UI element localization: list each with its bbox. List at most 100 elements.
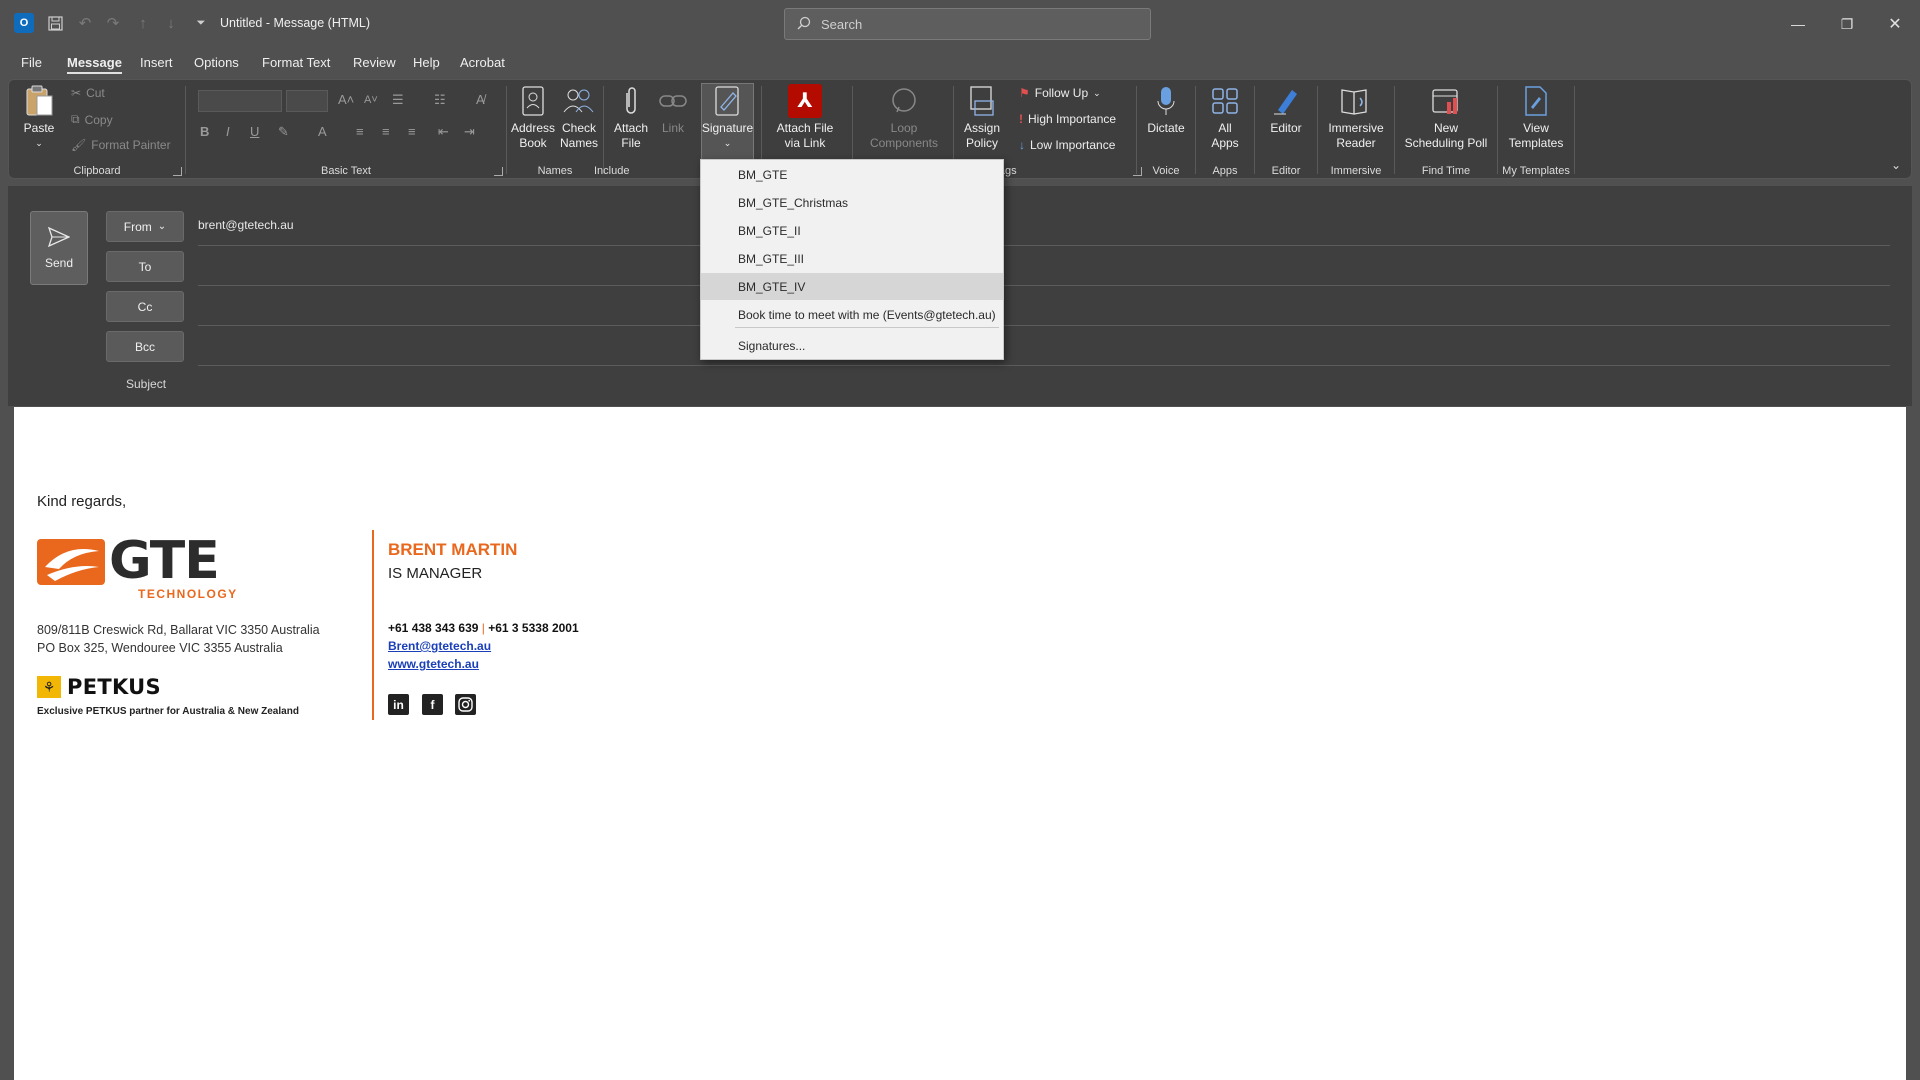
search-icon <box>797 16 811 33</box>
signature-option-bm-gte-ii[interactable]: BM_GTE_II <box>701 217 1003 244</box>
increase-indent-icon[interactable]: ⇥ <box>464 124 475 140</box>
tab-review[interactable]: Review <box>353 55 396 70</box>
check-names-button[interactable]: Check Names <box>557 84 601 151</box>
cc-field[interactable] <box>198 292 1890 322</box>
facebook-icon[interactable]: f <box>422 694 443 715</box>
apps-grid-icon <box>1208 84 1242 118</box>
previous-item-icon[interactable]: ↑ <box>134 14 152 32</box>
basic-text-launcher-icon[interactable] <box>494 167 503 176</box>
link-button[interactable]: Link <box>654 84 692 136</box>
loop-label-2: Components <box>869 136 939 150</box>
high-importance-button[interactable]: ! High Importance <box>1019 112 1116 126</box>
subject-field[interactable] <box>198 370 1890 400</box>
signature-option-book-time[interactable]: Book time to meet with me (Events@gtetec… <box>701 301 1003 328</box>
font-size-select[interactable] <box>286 90 328 112</box>
signature-option-bm-gte-iv[interactable]: BM_GTE_IV <box>701 273 1003 300</box>
tab-acrobat[interactable]: Acrobat <box>460 55 505 70</box>
save-icon[interactable] <box>46 14 64 32</box>
low-importance-button[interactable]: ↓ Low Importance <box>1019 138 1115 152</box>
paste-icon <box>22 84 56 118</box>
editor-pen-icon <box>1269 84 1303 118</box>
font-color-icon[interactable]: A <box>318 124 327 139</box>
signature-option-bm-gte[interactable]: BM_GTE <box>701 161 1003 188</box>
bullets-icon[interactable]: ☰ <box>392 92 404 108</box>
bcc-field[interactable] <box>198 332 1890 362</box>
tab-format-text[interactable]: Format Text <box>262 55 330 70</box>
collapse-ribbon-icon[interactable]: ⌄ <box>1891 158 1901 172</box>
message-body[interactable]: Kind regards, GTE TECHNOLOGY 809/811B Cr… <box>14 407 1906 1080</box>
email-link[interactable]: Brent@gtetech.au <box>388 639 491 653</box>
bcc-button[interactable]: Bcc <box>106 331 184 362</box>
follow-up-button[interactable]: ⚑ Follow Up ⌄ <box>1019 86 1101 100</box>
search-input[interactable]: Search <box>784 8 1151 40</box>
numbering-icon[interactable]: ☷ <box>434 92 446 108</box>
loop-components-button[interactable]: Loop Components <box>863 84 945 151</box>
paste-button[interactable]: Paste ⌄ <box>19 84 59 151</box>
instagram-icon[interactable] <box>455 694 476 715</box>
restore-button[interactable]: ❐ <box>1827 10 1867 38</box>
clipboard-group: Paste ⌄ ✂ Cut ⧉ Copy 🖌 Format Painter Clipb… <box>9 80 185 180</box>
website-link[interactable]: www.gtetech.au <box>388 657 479 671</box>
minimize-button[interactable]: — <box>1778 10 1818 38</box>
view-templates-button[interactable]: View Templates <box>1504 84 1568 151</box>
font-family-select[interactable] <box>198 90 282 112</box>
attach-file-via-link-button[interactable]: ⅄ Attach File via Link <box>770 84 840 151</box>
signature-label: Signature <box>701 121 754 135</box>
cc-button[interactable]: Cc <box>106 291 184 322</box>
scheduling-poll-label-2: Scheduling Poll <box>1404 136 1488 150</box>
to-button[interactable]: To <box>106 251 184 282</box>
address-book-label-1: Address <box>510 121 556 135</box>
undo-icon[interactable]: ↶ <box>76 14 94 32</box>
find-time-group-label: Find Time <box>1421 165 1471 177</box>
signature-option-bm-gte-christmas[interactable]: BM_GTE_Christmas <box>701 189 1003 216</box>
immersive-reader-button[interactable]: Immersive Reader <box>1322 84 1390 151</box>
send-icon <box>47 226 71 250</box>
from-field[interactable]: brent@gtetech.au <box>198 218 294 232</box>
assign-policy-button[interactable]: Assign Policy <box>957 84 1007 151</box>
format-painter-button[interactable]: 🖌 Format Painter <box>71 138 171 152</box>
tab-options[interactable]: Options <box>194 55 239 70</box>
align-center-icon[interactable]: ≡ <box>382 124 390 139</box>
flag-icon: ⚑ <box>1019 86 1030 100</box>
grow-font-icon[interactable]: A˄ <box>338 92 354 107</box>
linkedin-icon[interactable]: in <box>388 694 409 715</box>
templates-icon <box>1519 84 1553 118</box>
align-right-icon[interactable]: ≡ <box>408 124 416 139</box>
close-button[interactable]: ✕ <box>1875 10 1915 38</box>
italic-icon[interactable]: I <box>226 124 230 139</box>
signature-option-bm-gte-iii[interactable]: BM_GTE_III <box>701 245 1003 272</box>
editor-group-label: Editor <box>1271 165 1301 177</box>
dictate-button[interactable]: Dictate <box>1141 84 1191 136</box>
cut-button[interactable]: ✂ Cut <box>71 86 105 100</box>
decrease-indent-icon[interactable]: ⇤ <box>438 124 449 140</box>
immersive-reader-icon <box>1339 84 1373 118</box>
attach-file-button[interactable]: Attach File <box>610 84 652 151</box>
tab-insert[interactable]: Insert <box>140 55 173 70</box>
editor-button[interactable]: Editor <box>1261 84 1311 136</box>
from-button[interactable]: From ⌄ <box>106 211 184 242</box>
bold-icon[interactable]: B <box>200 124 209 139</box>
next-item-icon[interactable]: ↓ <box>162 14 180 32</box>
customize-toolbar-icon[interactable]: ⏷ <box>192 14 210 32</box>
tab-help[interactable]: Help <box>413 55 440 70</box>
underline-icon[interactable]: U <box>250 124 259 139</box>
copy-button[interactable]: ⧉ Copy <box>71 112 113 127</box>
acrobat-icon: ⅄ <box>788 84 822 118</box>
tab-file[interactable]: File <box>21 55 42 70</box>
clear-formatting-icon[interactable]: A̸ <box>476 92 485 107</box>
shrink-font-icon[interactable]: A˅ <box>364 94 378 106</box>
tab-message[interactable]: Message <box>67 55 122 74</box>
to-field[interactable] <box>198 252 1890 282</box>
all-apps-button[interactable]: All Apps <box>1202 84 1248 151</box>
highlight-icon[interactable]: ✎ <box>278 124 289 140</box>
send-button[interactable]: Send <box>30 211 88 285</box>
redo-icon[interactable]: ↷ <box>104 14 122 32</box>
chevron-down-icon: ⌄ <box>157 221 167 232</box>
brush-icon: 🖌 <box>71 138 87 152</box>
new-scheduling-poll-button[interactable]: New Scheduling Poll <box>1397 84 1495 151</box>
signatures-settings-option[interactable]: Signatures... <box>701 332 1003 359</box>
address-book-button[interactable]: Address Book <box>511 84 555 151</box>
signature-button-content[interactable]: Signature ⌄ <box>701 84 754 151</box>
align-left-icon[interactable]: ≡ <box>356 124 364 139</box>
clipboard-launcher-icon[interactable] <box>173 167 182 176</box>
